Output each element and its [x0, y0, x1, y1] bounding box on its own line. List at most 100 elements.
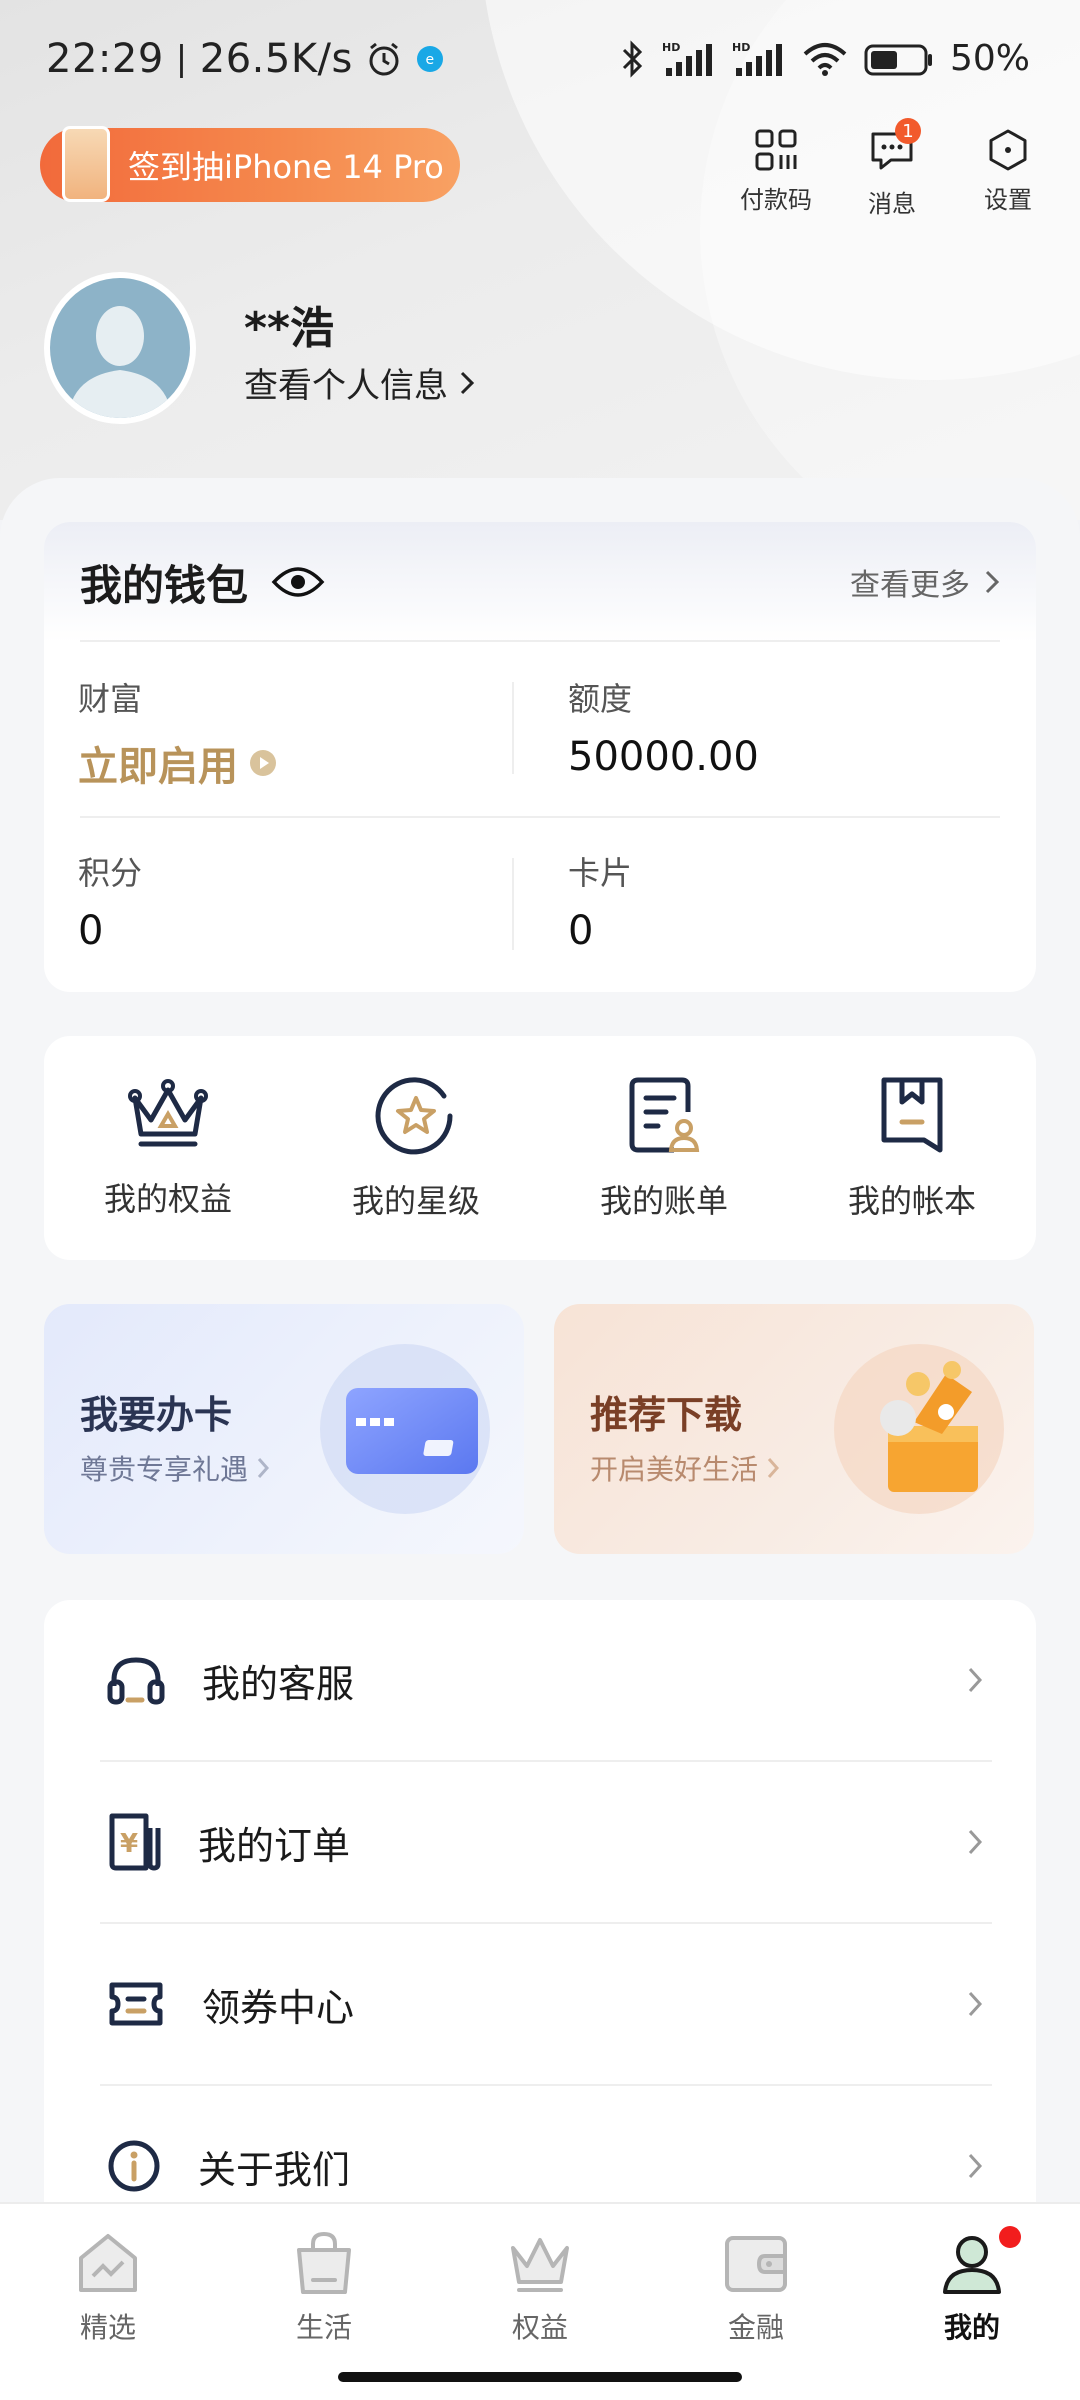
info-icon — [108, 2140, 160, 2192]
nav-mine-label: 我的 — [943, 2311, 1000, 2344]
chevron-right-icon — [767, 1458, 780, 1478]
avatar-image — [50, 278, 190, 418]
order-icon: ¥ — [109, 1813, 161, 1871]
recommend-download-subtitle: 开启美好生活 — [590, 1453, 759, 1486]
chevron-right-icon — [968, 1991, 983, 2017]
apply-card-tile[interactable]: 我要办卡 尊贵专享礼遇 — [44, 1304, 524, 1554]
my-ledger-label: 我的帐本 — [847, 1182, 976, 1220]
bill-icon — [629, 1077, 700, 1153]
message-badge: 1 — [895, 118, 921, 144]
messages-button[interactable]: 1 消息 — [856, 118, 928, 219]
bank-card-icon — [346, 1388, 478, 1474]
wallet-credit[interactable]: 额度 50000.00 — [568, 674, 759, 780]
wealth-label: 财富 — [78, 680, 143, 718]
chevron-right-icon — [968, 1667, 983, 1693]
battery-icon — [864, 44, 932, 75]
points-value: 0 — [78, 908, 104, 954]
wallet-more-link[interactable]: 查看更多 — [850, 560, 1000, 604]
message-icon-wrap: 1 — [869, 118, 921, 176]
user-icon — [943, 2236, 1001, 2294]
cards-label: 卡片 — [568, 854, 633, 892]
wealth-enable-text: 立即启用 — [78, 744, 238, 790]
chevron-right-icon — [460, 371, 475, 394]
crown-icon — [128, 1079, 208, 1147]
my-rights-button[interactable]: 我的权益 — [68, 1076, 268, 1220]
gift-box-icon — [880, 1361, 978, 1492]
user-name: **浩 — [244, 303, 335, 354]
coupon-center-label: 领券中心 — [202, 1985, 355, 2030]
customer-service-label: 我的客服 — [202, 1661, 355, 1706]
bottom-nav: 精选 生活 权益 金融 我的 — [0, 2202, 1080, 2400]
status-left: 22:29 | 26.5K/s e — [46, 36, 445, 82]
nav-mine[interactable]: 我的 — [897, 2226, 1047, 2400]
coupon-icon — [109, 1982, 163, 2026]
status-time: 22:29 — [46, 36, 164, 82]
wallet-title: 我的钱包 — [80, 560, 249, 610]
battery-text: 50% — [949, 38, 1030, 79]
view-profile-link[interactable]: 查看个人信息 — [244, 358, 476, 407]
svg-text:e: e — [425, 52, 434, 68]
play-circle-icon — [250, 750, 276, 776]
chevron-right-icon — [968, 2153, 983, 2179]
recommend-download-tile[interactable]: 推荐下载 开启美好生活 — [554, 1304, 1034, 1554]
wallet-header: 我的钱包 查看更多 — [44, 522, 1036, 642]
status-net-speed: 26.5K/s — [199, 36, 353, 82]
payment-code-label: 付款码 — [740, 186, 812, 214]
phone-icon — [62, 126, 110, 202]
headset-icon — [107, 1657, 165, 1705]
settings-label: 设置 — [984, 186, 1032, 214]
wallet-more-label: 查看更多 — [850, 568, 970, 603]
credit-label: 额度 — [568, 680, 633, 718]
home-indicator[interactable] — [338, 2372, 742, 2382]
apply-card-title: 我要办卡 — [80, 1393, 233, 1437]
recommend-download-title: 推荐下载 — [590, 1393, 743, 1437]
nav-featured[interactable]: 精选 — [33, 2228, 183, 2400]
svg-text:HD: HD — [732, 41, 750, 54]
my-star-level-button[interactable]: 我的星级 — [316, 1074, 516, 1222]
apply-card-subtitle-row: 尊贵专享礼遇 — [80, 1448, 270, 1488]
my-bill-button[interactable]: 我的账单 — [564, 1074, 764, 1222]
default-avatar-icon — [68, 306, 172, 418]
status-right: HD HD 50% — [620, 38, 1030, 79]
divider — [512, 682, 514, 774]
signal-icon: HD — [662, 41, 712, 76]
menu-coupon-center[interactable]: 领券中心 — [44, 1924, 1036, 2084]
nav-rights-label: 权益 — [511, 2311, 568, 2344]
checkin-promo-banner[interactable]: 签到抽iPhone 14 Pro — [40, 126, 460, 202]
wealth-value: 立即启用 — [78, 734, 278, 792]
notification-dot — [999, 2226, 1021, 2248]
wallet-wealth[interactable]: 财富 立即启用 — [78, 674, 278, 792]
status-separator: | — [175, 39, 188, 79]
wallet-cards[interactable]: 卡片 0 — [568, 848, 632, 954]
nav-life-label: 生活 — [295, 2311, 352, 2344]
top-actions: 付款码 1 消息 设置 — [740, 118, 1044, 219]
status-bar: 22:29 | 26.5K/s e HD HD 50% — [0, 0, 1080, 120]
alarm-icon — [369, 42, 399, 76]
star-icon — [375, 1077, 453, 1155]
svg-text:HD: HD — [662, 41, 680, 54]
settings-button[interactable]: 设置 — [972, 128, 1044, 219]
my-star-level-label: 我的星级 — [351, 1182, 480, 1220]
signal-icon: HD — [732, 41, 782, 76]
chevron-right-icon — [968, 1829, 983, 1855]
app-notification-icon: e — [416, 46, 443, 72]
my-ledger-button[interactable]: 我的帐本 — [812, 1074, 1012, 1222]
home-icon — [79, 2234, 137, 2292]
about-us-label: 关于我们 — [198, 2147, 351, 2192]
payment-code-button[interactable]: 付款码 — [740, 128, 812, 219]
view-profile-label: 查看个人信息 — [244, 366, 448, 406]
quick-actions: 我的权益 我的星级 我的账单 我的帐本 — [44, 1036, 1036, 1260]
settings-icon — [989, 129, 1027, 171]
chevron-right-icon — [985, 570, 1000, 594]
bluetooth-icon — [622, 39, 643, 78]
wallet-points[interactable]: 积分 0 — [78, 848, 142, 954]
wallet-card: 我的钱包 查看更多 财富 立即启用 额度 50000.00 积分 0 卡片 0 — [44, 522, 1036, 992]
eye-icon[interactable] — [270, 562, 326, 602]
avatar[interactable] — [44, 272, 196, 424]
qr-code-icon — [755, 129, 797, 171]
menu-customer-service[interactable]: 我的客服 — [44, 1600, 1036, 1760]
divider — [512, 858, 514, 950]
wallet-icon — [725, 2236, 787, 2292]
cards-value: 0 — [568, 908, 594, 954]
menu-my-orders[interactable]: ¥ 我的订单 — [44, 1762, 1036, 1922]
